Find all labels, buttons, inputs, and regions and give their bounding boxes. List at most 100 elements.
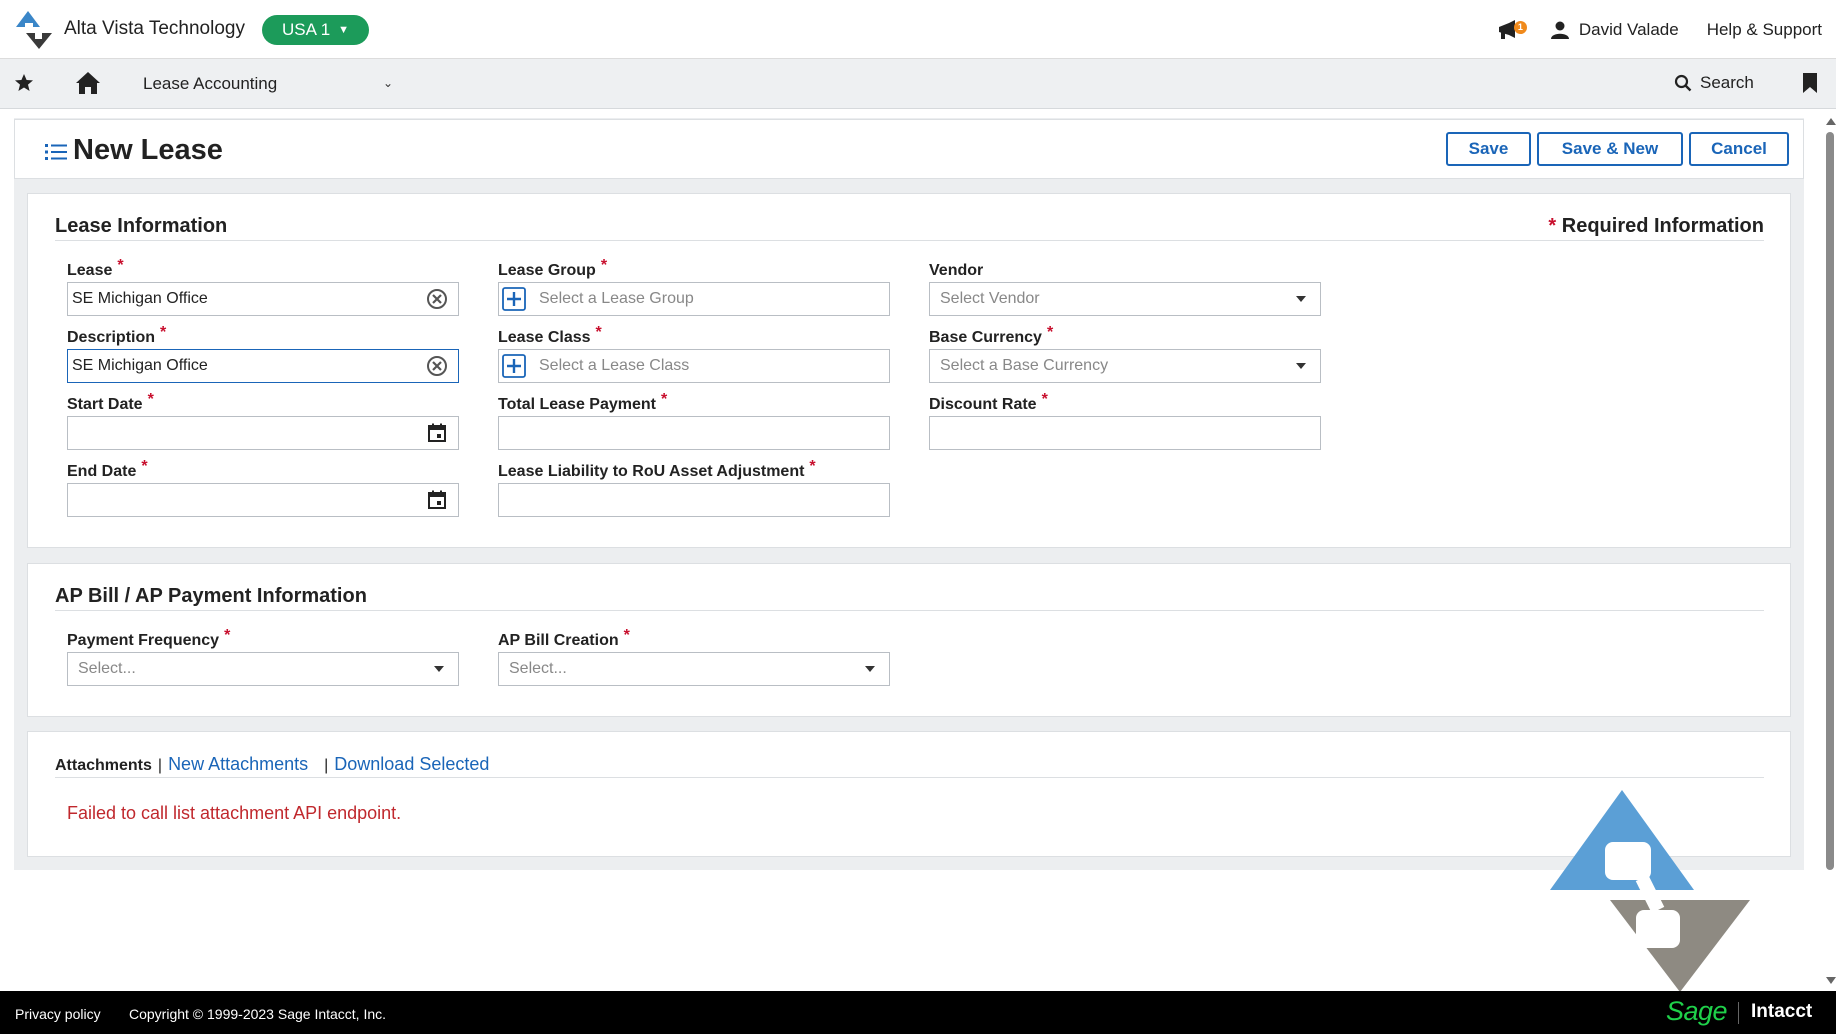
payment-frequency-label: Payment Frequency * [67, 627, 231, 649]
clear-icon[interactable] [426, 355, 448, 377]
megaphone-icon: 1 [1497, 19, 1527, 41]
lease-class-placeholder: Select a Lease Class [539, 357, 690, 374]
scroll-up-arrow[interactable] [1826, 118, 1836, 125]
caret-down-icon [1296, 363, 1306, 369]
description-value: SE Michigan Office [72, 357, 208, 374]
payment-frequency-placeholder: Select... [78, 660, 136, 677]
bookmark-icon[interactable] [1802, 73, 1818, 93]
help-label: Help & Support [1706, 19, 1822, 39]
description-input[interactable]: SE Michigan Office [67, 349, 459, 383]
help-link[interactable]: Help & Support [1707, 20, 1822, 40]
calendar-icon[interactable] [427, 423, 447, 443]
lease-group-placeholder: Select a Lease Group [539, 290, 694, 307]
attachments-tab[interactable]: Attachments [55, 757, 152, 775]
required-label: Required Information [1561, 215, 1764, 237]
lease-information-panel: Lease Information * Required Information… [27, 193, 1791, 548]
notification-badge: 1 [1513, 20, 1527, 34]
home-icon[interactable] [75, 71, 101, 95]
required-star: * [1548, 215, 1557, 237]
discount-rate-input[interactable] [929, 416, 1321, 450]
caret-down-icon [865, 666, 875, 672]
lease-group-input[interactable]: Select a Lease Group [498, 282, 890, 316]
lease-label: Lease * [67, 257, 124, 279]
notifications[interactable]: 1 [1497, 19, 1527, 41]
ap-bill-creation-select[interactable]: Select... [498, 652, 890, 686]
description-label: Description * [67, 324, 167, 346]
section-divider [55, 240, 1764, 241]
logo-icon[interactable] [14, 9, 54, 51]
search-label: Search [1700, 73, 1754, 92]
lease-group-label: Lease Group * [498, 257, 608, 279]
end-date-label: End Date * [67, 458, 148, 480]
footer: Privacy policy Copyright © 1999-2023 Sag… [0, 991, 1836, 1034]
tab-separator: | [324, 757, 329, 774]
save-button[interactable]: Save [1446, 132, 1531, 166]
copyright-text: Copyright © 1999-2023 Sage Intacct, Inc. [129, 1006, 387, 1022]
cancel-button[interactable]: Cancel [1689, 132, 1789, 166]
top-bar: Alta Vista Technology USA 1 ▼ 1 David Va… [0, 0, 1836, 59]
logo-watermark-icon [1550, 790, 1750, 992]
total-lease-payment-input[interactable] [498, 416, 890, 450]
section-title: Lease Information [55, 215, 228, 237]
ap-bill-creation-label: AP Bill Creation * [498, 627, 630, 649]
vendor-select[interactable]: Select Vendor [929, 282, 1321, 316]
payment-frequency-select[interactable]: Select... [67, 652, 459, 686]
attachments-panel: Attachments | New Attachments | Download… [27, 731, 1791, 857]
attachment-error-message: Failed to call list attachment API endpo… [67, 803, 402, 823]
user-menu[interactable]: David Valade [1550, 19, 1679, 40]
start-date-label: Start Date * [67, 391, 154, 413]
caret-down-icon [1296, 296, 1306, 302]
module-selector[interactable]: Lease Accounting [143, 74, 277, 94]
base-currency-placeholder: Select a Base Currency [940, 357, 1109, 374]
section-divider [55, 610, 1764, 611]
lease-input[interactable]: SE Michigan Office [67, 282, 459, 316]
lease-class-label: Lease Class * [498, 324, 602, 346]
page-title: New Lease [73, 134, 223, 166]
clear-icon[interactable] [426, 288, 448, 310]
page-header: New Lease Save Save & New Cancel [14, 119, 1804, 179]
search-button[interactable]: Search [1674, 73, 1754, 93]
ap-payment-panel: AP Bill / AP Payment Information Payment… [27, 563, 1791, 717]
save-and-new-button[interactable]: Save & New [1537, 132, 1683, 166]
intacct-logo: Intacct [1751, 1001, 1813, 1022]
base-currency-label: Base Currency * [929, 324, 1054, 346]
plus-icon[interactable] [501, 353, 527, 379]
page-scrollbar[interactable] [1824, 118, 1836, 984]
chevron-down-icon[interactable]: ⌄ [383, 76, 393, 90]
vendor-label: Vendor [929, 262, 984, 279]
lease-value: SE Michigan Office [72, 290, 208, 307]
entity-label: USA 1 [281, 20, 331, 39]
attachments-tabs: Attachments | New Attachments | Download… [55, 754, 489, 775]
total-lease-payment-label: Total Lease Payment * [498, 391, 668, 413]
privacy-policy-link[interactable]: Privacy policy [15, 1006, 101, 1022]
search-icon [1674, 74, 1692, 92]
caret-down-icon [434, 666, 444, 672]
new-attachments-link[interactable]: New Attachments [168, 754, 308, 775]
plus-icon[interactable] [501, 286, 527, 312]
tab-separator: | [157, 757, 163, 774]
company-name: Alta Vista Technology [64, 18, 245, 39]
start-date-input[interactable] [67, 416, 459, 450]
download-selected-link[interactable]: Download Selected [334, 754, 489, 775]
section-title: AP Bill / AP Payment Information [55, 585, 367, 607]
nav-bar: Lease Accounting ⌄ Search [0, 59, 1836, 109]
sage-logo: Sage [1666, 996, 1728, 1026]
required-information-note: * Required Information [1548, 215, 1764, 238]
entity-selector[interactable]: USA 1 ▼ [262, 15, 369, 45]
liability-adjustment-input[interactable] [498, 483, 890, 517]
ap-bill-creation-placeholder: Select... [509, 660, 567, 677]
section-divider [55, 777, 1764, 778]
lease-class-input[interactable]: Select a Lease Class [498, 349, 890, 383]
vendor-placeholder: Select Vendor [940, 290, 1040, 307]
scroll-down-arrow[interactable] [1826, 977, 1836, 984]
user-name: David Valade [1578, 19, 1679, 39]
scroll-thumb[interactable] [1826, 132, 1834, 870]
end-date-input[interactable] [67, 483, 459, 517]
user-icon [1550, 21, 1569, 39]
discount-rate-label: Discount Rate * [929, 391, 1048, 413]
chevron-down-icon: ▼ [338, 24, 350, 36]
star-icon[interactable] [14, 73, 34, 93]
calendar-icon[interactable] [427, 490, 447, 510]
base-currency-select[interactable]: Select a Base Currency [929, 349, 1321, 383]
liability-adjustment-label: Lease Liability to RoU Asset Adjustment * [498, 458, 816, 480]
